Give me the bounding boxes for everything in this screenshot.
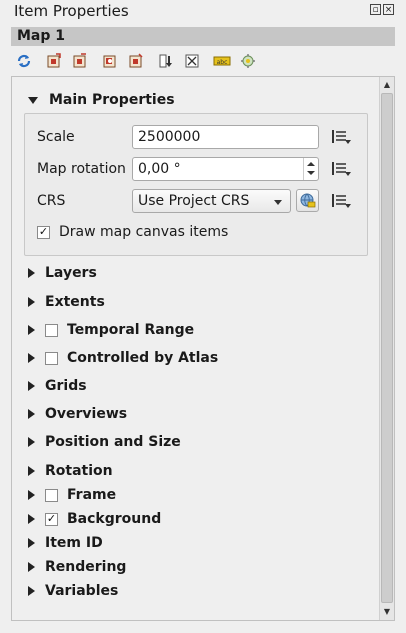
expand-arrow-icon [28, 586, 35, 596]
section-label: Temporal Range [67, 322, 195, 338]
spin-up-icon[interactable] [307, 162, 315, 166]
svg-text:abc: abc [217, 59, 228, 66]
data-defined-override-icon[interactable] [330, 128, 352, 146]
expand-arrow-icon [28, 381, 35, 391]
expand-arrow-icon [28, 353, 35, 363]
update-extent-icon[interactable] [44, 52, 64, 70]
section-label: Frame [67, 487, 117, 503]
section-label: Controlled by Atlas [67, 350, 219, 366]
float-panel-icon[interactable]: ▫ [370, 4, 381, 15]
scroll-thumb[interactable] [381, 93, 393, 603]
section-background[interactable]: ✓ Background [28, 511, 161, 527]
expand-arrow-icon [28, 562, 35, 572]
scroll-up-icon[interactable]: ▲ [380, 78, 394, 92]
set-extent-icon[interactable] [70, 52, 90, 70]
expand-arrow-icon [28, 466, 35, 476]
section-item-id[interactable]: Item ID [28, 535, 103, 551]
expand-arrow-icon [28, 538, 35, 548]
panel-title: Item Properties [14, 2, 129, 20]
section-temporal-range[interactable]: Temporal Range [28, 322, 194, 338]
expand-arrow-icon [28, 490, 35, 500]
panel-titlebar: Item Properties ▫ × [0, 0, 406, 22]
expand-arrow-icon [28, 268, 35, 278]
expand-arrow-icon [28, 437, 35, 447]
draw-canvas-items-checkbox[interactable]: ✓ Draw map canvas items [37, 224, 228, 240]
expand-arrow-icon [28, 514, 35, 524]
section-label: Item ID [45, 535, 103, 551]
section-checkbox[interactable]: ✓ [45, 512, 58, 526]
item-name: Map 1 [17, 28, 66, 44]
crs-label: CRS [37, 193, 66, 209]
scroll-down-icon[interactable]: ▼ [380, 605, 394, 619]
section-rotation[interactable]: Rotation [28, 463, 113, 479]
section-label: Background [67, 511, 162, 527]
checkbox-label: Draw map canvas items [59, 224, 229, 240]
item-name-header: Map 1 [11, 27, 395, 46]
section-checkbox[interactable] [45, 323, 58, 337]
section-layers[interactable]: Layers [28, 265, 97, 281]
close-panel-icon[interactable]: × [383, 4, 394, 15]
map-rotation-spinbox[interactable]: 0,00 ° [132, 157, 319, 181]
map-toolbar: abc [14, 50, 264, 72]
data-defined-override-icon[interactable] [330, 160, 352, 178]
section-label: Extents [45, 294, 105, 310]
section-label: Layers [45, 265, 97, 281]
map-rotation-label: Map rotation [37, 161, 126, 177]
spin-buttons[interactable] [303, 158, 318, 180]
atlas-icon[interactable] [238, 52, 258, 70]
section-rendering[interactable]: Rendering [28, 559, 126, 575]
expand-arrow-icon [28, 325, 35, 335]
section-overviews[interactable]: Overviews [28, 406, 127, 422]
lock-styles-icon[interactable] [182, 52, 202, 70]
section-position-and-size[interactable]: Position and Size [28, 434, 181, 450]
section-label: Overviews [45, 406, 128, 422]
chevron-down-icon [274, 200, 282, 205]
expand-arrow-icon [28, 297, 35, 307]
section-variables[interactable]: Variables [28, 583, 118, 599]
label-icon[interactable]: abc [212, 52, 232, 70]
crs-value: Use Project CRS [138, 193, 250, 209]
section-label: Variables [45, 583, 119, 599]
section-main-properties[interactable]: Main Properties [28, 92, 175, 108]
section-label: Rendering [45, 559, 127, 575]
map-rotation-value: 0,00 ° [138, 161, 181, 177]
section-label: Main Properties [49, 92, 175, 108]
refresh-icon[interactable] [14, 52, 34, 70]
section-label: Rotation [45, 463, 113, 479]
scale-input[interactable]: 2500000 [132, 125, 319, 149]
section-controlled-by-atlas[interactable]: Controlled by Atlas [28, 350, 218, 366]
scale-label: Scale [37, 129, 75, 145]
section-checkbox[interactable] [45, 351, 58, 365]
collapse-arrow-icon [28, 96, 38, 104]
lock-layers-icon[interactable] [156, 52, 176, 70]
select-crs-button[interactable] [296, 189, 319, 212]
section-grids[interactable]: Grids [28, 378, 87, 394]
checkbox-box[interactable]: ✓ [37, 225, 50, 239]
expand-arrow-icon [28, 409, 35, 419]
section-extents[interactable]: Extents [28, 294, 105, 310]
vertical-scrollbar[interactable]: ▲ ▼ [379, 77, 394, 620]
view-extent-icon[interactable] [100, 52, 120, 70]
section-label: Grids [45, 378, 87, 394]
crs-combobox[interactable]: Use Project CRS [132, 189, 291, 213]
section-frame[interactable]: Frame [28, 487, 116, 503]
spin-down-icon[interactable] [307, 171, 315, 175]
set-view-extent-icon[interactable] [126, 52, 146, 70]
section-checkbox[interactable] [45, 488, 58, 502]
data-defined-override-icon[interactable] [330, 192, 352, 210]
section-label: Position and Size [45, 434, 181, 450]
